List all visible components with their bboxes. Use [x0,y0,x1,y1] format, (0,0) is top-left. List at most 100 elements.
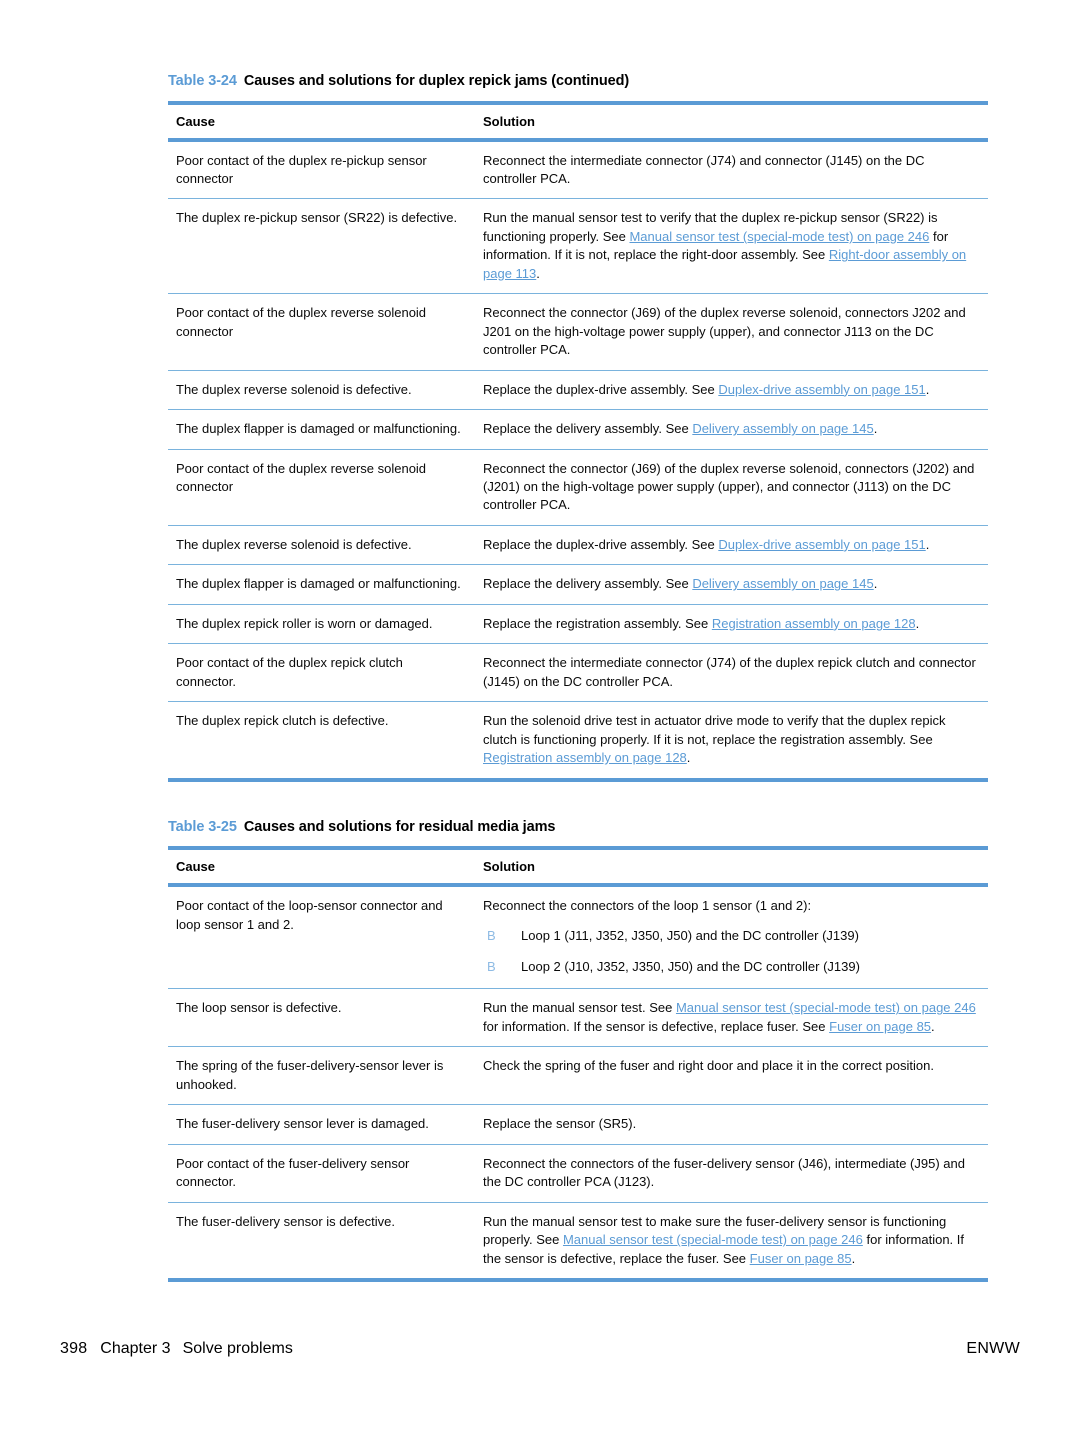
cross-reference-link[interactable]: Registration assembly on page 128 [483,750,687,765]
table-row: The duplex repick roller is worn or dama… [168,604,988,645]
cross-reference-link[interactable]: Delivery assembly on page 145 [692,576,873,591]
cell-cause: Poor contact of the duplex reverse solen… [168,449,475,526]
cross-reference-link[interactable]: Manual sensor test (special-mode test) o… [676,1000,976,1015]
cross-reference-link[interactable]: Manual sensor test (special-mode test) o… [563,1232,863,1247]
solution-text: for information. If the sensor is defect… [483,1018,830,1034]
table-row: The fuser-delivery sensor lever is damag… [168,1104,988,1145]
solution-text: . [925,381,930,397]
solution-text: Replace the delivery assembly. See [483,576,693,592]
table-row: The duplex flapper is damaged or malfunc… [168,409,988,450]
solution-text: . [851,1250,856,1266]
cell-cause: The fuser-delivery sensor is defective. [168,1202,475,1282]
solution-text: . [536,265,540,281]
footer-chapter: Chapter 3 [100,1340,171,1357]
footer-locale-label: ENWW [966,1340,1020,1357]
solution-text: Replace the registration assembly. See [483,615,712,631]
table-row: The duplex repick clutch is defective. Ru… [168,701,988,782]
table-row: The duplex re-pickup sensor (SR22) is de… [168,198,988,295]
bullet-text: Loop 1 (J11, J352, J350, J50) and the DC… [521,927,859,943]
cell-solution: Reconnect the intermediate connector (J7… [475,643,988,703]
solution-text: Reconnect the intermediate connector (J7… [483,655,976,689]
table-body-3-25: Poor contact of the loop-sensor connecto… [168,885,988,1282]
table-header-row: Cause Solution [168,846,988,888]
list-item: B Loop 1 (J11, J352, J350, J50) and the D… [483,927,980,945]
cell-solution: Check the spring of the fuser and right … [475,1046,988,1106]
solution-text: Run the solenoid drive test in actuator … [483,713,946,747]
table-row: Poor contact of the duplex reverse solen… [168,293,988,371]
cell-solution: Reconnect the connectors of the fuser-de… [475,1144,988,1203]
table-row: The fuser-delivery sensor is defective. R… [168,1202,988,1282]
cell-cause: Poor contact of the fuser-delivery senso… [168,1144,475,1203]
bullet-list: B Loop 1 (J11, J352, J350, J50) and the D… [483,927,980,977]
table-caption-3-24: Table 3-24 Causes and solutions for duple… [168,72,988,92]
page-footer: 398 Chapter 3 Solve problems ENWW [60,1340,1020,1358]
table-number: Table 3-25 [168,818,237,835]
cross-reference-link[interactable]: Manual sensor test (special-mode test) o… [629,229,929,244]
cross-reference-link[interactable]: Fuser on page 85 [829,1019,931,1034]
table-row: The duplex flapper is damaged or malfunc… [168,564,988,605]
cell-cause: The spring of the fuser-delivery-sensor … [168,1046,475,1106]
column-header-cause: Cause [168,846,475,888]
cell-solution: Replace the delivery assembly. See Deliv… [475,564,988,605]
cell-cause: The duplex repick roller is worn or dama… [168,604,475,645]
cell-solution: Replace the sensor (SR5). [475,1104,988,1145]
cell-cause: Poor contact of the duplex repick clutch… [168,643,475,703]
bullet-marker-icon: B [487,927,496,943]
cell-cause: The duplex repick clutch is defective. [168,701,475,782]
cell-cause: The duplex re-pickup sensor (SR22) is de… [168,198,475,295]
list-item: B Loop 2 (J10, J352, J350, J50) and the D… [483,958,980,976]
cell-solution: Replace the duplex-drive assembly. See D… [475,525,988,566]
cell-solution: Run the manual sensor test to make sure … [475,1202,988,1282]
column-header-solution: Solution [475,100,988,142]
cell-solution: Run the solenoid drive test in actuator … [475,701,988,782]
cell-cause: The duplex reverse solenoid is defective… [168,370,475,411]
table-header-row: Cause Solution [168,100,988,142]
solution-text: Reconnect the connector (J69) of the dup… [483,305,966,358]
cell-solution: Replace the duplex-drive assembly. See D… [475,370,988,411]
cell-cause: Poor contact of the loop-sensor connecto… [168,885,475,990]
cell-solution: Replace the registration assembly. See R… [475,604,988,645]
table-title: Causes and solutions for residual media … [243,818,556,835]
solution-text: Check the spring of the fuser and right … [483,1058,934,1074]
table-row: The spring of the fuser-delivery-sensor … [168,1046,988,1106]
cross-reference-link[interactable]: Registration assembly on page 128 [712,616,916,631]
footer-section-title: Solve problems [182,1340,293,1357]
solution-text: Reconnect the connector (J69) of the dup… [483,460,975,513]
page-content: Table 3-24 Causes and solutions for duple… [168,72,988,1282]
solution-text: Replace the sensor (SR5). [483,1116,637,1132]
bullet-marker-icon: B [487,959,496,974]
table-caption-3-25: Table 3-25 Causes and solutions for resid… [168,818,988,838]
table-title: Causes and solutions for duplex repick j… [243,73,630,89]
cell-solution: Reconnect the connector (J69) of the dup… [475,293,988,371]
cell-cause: The fuser-delivery sensor lever is damag… [168,1104,475,1145]
solution-text: . [873,421,878,437]
table-row: Poor contact of the loop-sensor connecto… [168,885,988,990]
table-row: Poor contact of the duplex re-pickup sen… [168,139,988,200]
footer-page-number: 398 [60,1340,88,1357]
cell-solution: Reconnect the intermediate connector (J7… [475,139,988,200]
table-row: Poor contact of the duplex reverse solen… [168,449,988,526]
solution-text: Reconnect the connectors of the fuser-de… [483,1155,965,1190]
table-row: Poor contact of the duplex repick clutch… [168,643,988,703]
table-row: The duplex reverse solenoid is defective… [168,370,988,411]
table-row: The duplex reverse solenoid is defective… [168,525,988,566]
cross-reference-link[interactable]: Duplex-drive assembly on page 151 [718,537,925,552]
cell-cause: The loop sensor is defective. [168,988,475,1048]
solution-text: . [873,576,878,592]
column-header-cause: Cause [168,100,475,142]
document-page: Table 3-24 Causes and solutions for duple… [0,0,1080,1437]
table-number: Table 3-24 [168,73,237,89]
solution-text: Replace the duplex-drive assembly. See [483,536,719,552]
cell-solution: Replace the delivery assembly. See Deliv… [475,409,988,450]
table-spacer [168,782,988,818]
solution-text: Reconnect the intermediate connector (J7… [483,152,925,187]
solution-text: Reconnect the connectors of the loop 1 s… [483,898,812,914]
cross-reference-link[interactable]: Delivery assembly on page 145 [692,421,873,436]
table-row: The loop sensor is defective. Run the man… [168,988,988,1048]
solution-text: Run the manual sensor test. See [483,1000,676,1016]
cross-reference-link[interactable]: Duplex-drive assembly on page 151 [718,382,925,397]
cell-solution: Run the manual sensor test to verify tha… [475,198,988,295]
solution-text: . [925,536,930,552]
cell-solution: Reconnect the connector (J69) of the dup… [475,449,988,526]
cross-reference-link[interactable]: Fuser on page 85 [750,1251,852,1266]
